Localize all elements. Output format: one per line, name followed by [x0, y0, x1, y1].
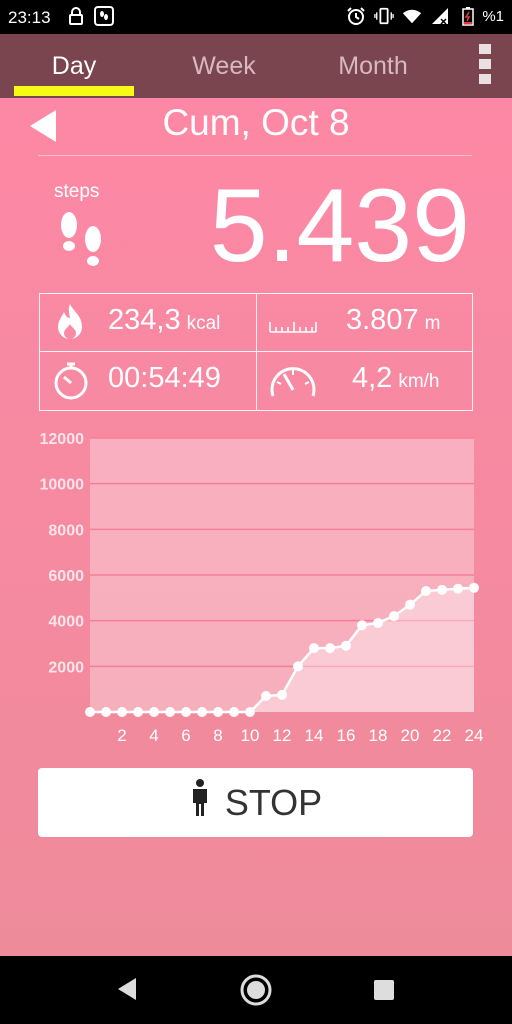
tab-week[interactable]: Week — [164, 34, 284, 98]
chart-data-point — [213, 707, 223, 717]
chart-data-point — [101, 707, 111, 717]
distance-value: 3.807 — [346, 304, 419, 336]
chart-data-point — [229, 707, 239, 717]
calories-cell: 234,3 kcal — [40, 294, 256, 351]
overflow-menu-icon[interactable] — [478, 44, 492, 84]
chart-x-tick-label: 18 — [369, 726, 388, 745]
chart-data-point — [117, 707, 127, 717]
chart-data-point — [453, 583, 463, 594]
chart-x-tick-label: 20 — [401, 726, 420, 745]
system-nav-bar — [0, 956, 512, 1024]
speed-unit: km/h — [398, 371, 440, 392]
chart-data-point — [325, 643, 335, 654]
chart-data-point — [309, 643, 319, 654]
stop-button[interactable]: STOP — [38, 768, 473, 837]
chart-y-tick-label: 6000 — [48, 568, 84, 585]
nav-recents-icon[interactable] — [372, 978, 396, 1006]
chart-x-tick-label: 8 — [213, 726, 222, 745]
battery-percent: %1 — [482, 7, 504, 25]
chart-x-tick-label: 24 — [465, 726, 484, 745]
chart-data-point — [373, 617, 383, 628]
chart-data-point — [261, 691, 271, 702]
stats-grid: 234,3 kcal 3.807 m 00:54:49 4,2 km/h — [39, 293, 473, 411]
duration-value: 00:54:49 — [108, 362, 221, 394]
alarm-icon — [346, 6, 366, 26]
stopwatch-icon — [52, 360, 90, 404]
footprints-icon — [54, 211, 110, 279]
chart-x-tick-label: 4 — [149, 726, 158, 745]
status-time: 23:13 — [8, 8, 51, 27]
chart-data-point — [293, 661, 303, 672]
chart-data-point — [469, 582, 479, 593]
tab-active-indicator — [14, 86, 134, 96]
vibrate-icon — [374, 6, 395, 26]
chart-data-point — [437, 584, 447, 595]
speed-cell: 4,2 km/h — [256, 352, 472, 409]
chart-x-tick-label: 12 — [273, 726, 292, 745]
chart-data-point — [341, 640, 351, 651]
signal-icon — [430, 6, 450, 26]
distance-cell: 3.807 m — [256, 294, 472, 351]
chart-y-tick-label: 10000 — [40, 477, 85, 494]
lock-icon — [66, 6, 86, 26]
nav-home-icon[interactable] — [240, 974, 272, 1010]
distance-unit: m — [424, 313, 441, 334]
calories-value: 234,3 — [108, 304, 181, 336]
chart-x-tick-label: 10 — [241, 726, 260, 745]
chart-data-point — [165, 707, 175, 717]
date-header: Cum, Oct 8 — [0, 98, 512, 156]
steps-count: 5.439 — [209, 168, 470, 284]
chart-y-tick-label: 12000 — [40, 431, 85, 448]
wifi-icon — [402, 6, 422, 26]
chart-y-tick-label: 8000 — [48, 522, 84, 539]
chart-x-tick-label: 22 — [433, 726, 452, 745]
chart-data-point — [389, 611, 399, 622]
chart-x-tick-label: 14 — [305, 726, 324, 745]
chart-data-point — [197, 707, 207, 717]
person-icon — [189, 779, 211, 826]
status-bar: 23:13 %1 — [0, 0, 512, 34]
chart-y-tick-label: 4000 — [48, 614, 84, 631]
chart-data-point — [133, 707, 143, 717]
chart-data-point — [277, 689, 287, 700]
speed-value: 4,2 — [352, 362, 393, 394]
main-content: Cum, Oct 8 steps 5.439 234,3 kcal 3.807 m — [0, 98, 512, 956]
steps-label: steps — [54, 181, 100, 202]
chart-data-point — [149, 707, 159, 717]
stop-label: STOP — [224, 781, 323, 823]
chart-data-point — [245, 707, 255, 717]
calories-unit: kcal — [186, 313, 221, 334]
chart-x-tick-label: 6 — [181, 726, 190, 745]
chart-x-tick-label: 2 — [117, 726, 126, 745]
chart-data-point — [181, 707, 191, 717]
chart-y-tick-label: 2000 — [48, 659, 84, 676]
battery-icon — [458, 6, 478, 26]
chart-data-point — [405, 599, 415, 610]
speedometer-icon — [268, 360, 318, 406]
chart-data-point — [421, 585, 431, 596]
step-app-icon — [94, 6, 114, 26]
ruler-icon — [268, 302, 318, 346]
steps-chart: 200040006000800010000120002 4 6 8 10 12 14 16 18… — [40, 431, 484, 745]
nav-back-icon[interactable] — [116, 976, 138, 1006]
chart-data-point — [85, 707, 95, 717]
tab-month[interactable]: Month — [313, 34, 433, 98]
flame-icon — [52, 302, 88, 346]
date-title: Cum, Oct 8 — [162, 102, 350, 143]
duration-cell: 00:54:49 — [40, 352, 256, 409]
chart-x-tick-label: 16 — [337, 726, 356, 745]
chart-data-point — [357, 620, 367, 631]
